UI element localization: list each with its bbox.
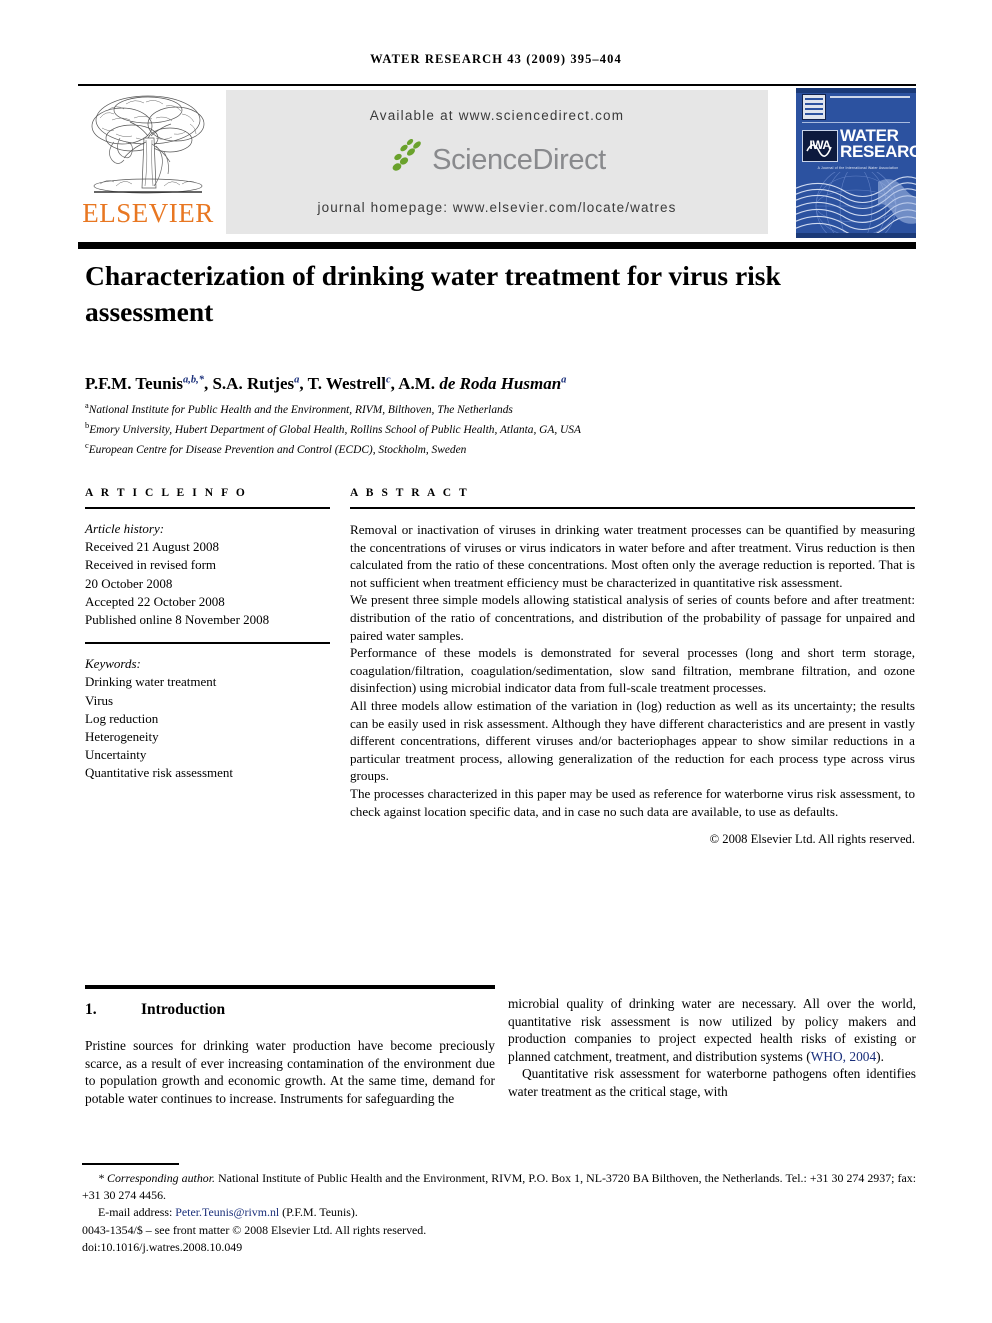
page-title: Characterization of drinking water treat… — [85, 260, 781, 327]
article-history-label: Article history: — [85, 521, 165, 536]
available-at-text: Available at www.sciencedirect.com — [369, 108, 625, 123]
section-heading: 1. Introduction — [85, 1001, 495, 1019]
abstract-paragraph: We present three simple models allowing … — [350, 592, 915, 643]
publisher-header-band: ELSEVIER Available at www.sciencedirect.… — [78, 88, 916, 238]
footnote-block: * Corresponding author. National Institu… — [82, 1170, 916, 1256]
elsevier-logo: ELSEVIER — [78, 90, 218, 236]
article-info-heading: A R T I C L E I N F O — [85, 487, 248, 499]
body-paragraph: Quantitative risk assessment for waterbo… — [508, 1066, 916, 1099]
iwa-logo-icon: IWA — [802, 130, 838, 162]
keyword-item: Drinking water treatment — [85, 674, 217, 690]
history-line: Accepted 22 October 2008 — [85, 593, 225, 609]
keyword-item: Virus — [85, 692, 114, 708]
elsevier-wordmark: ELSEVIER — [82, 198, 214, 228]
body-paragraph: Pristine sources for drinking water prod… — [85, 1038, 495, 1106]
body-column-left: 1. Introduction Pristine sources for drin… — [85, 995, 495, 1107]
history-line: 20 October 2008 — [85, 575, 173, 591]
corresponding-author-label: * Corresponding author. — [98, 1171, 216, 1185]
abstract-copyright: © 2008 Elsevier Ltd. All rights reserved… — [709, 832, 915, 847]
email-label: E-mail address: — [98, 1205, 173, 1220]
body-column-right: microbial quality of drinking water are … — [508, 995, 916, 1101]
email-line: E-mail address: Peter.Teunis@rivm.nl (P.… — [82, 1204, 916, 1221]
keyword-item: Heterogeneity — [85, 729, 159, 745]
footnote-rule — [82, 1163, 179, 1165]
corresponding-author-note: * Corresponding author. National Institu… — [82, 1170, 916, 1204]
doi-line: doi:10.1016/j.watres.2008.10.049 — [82, 1239, 243, 1254]
keyword-item: Log reduction — [85, 710, 159, 726]
section-title: Introduction — [141, 1001, 226, 1018]
history-line: Received in revised form — [85, 557, 217, 573]
issn-line: 0043-1354/$ – see front matter © 2008 El… — [82, 1222, 427, 1237]
cover-emblem-icon — [802, 94, 826, 120]
history-line: Published online 8 November 2008 — [85, 612, 270, 628]
journal-homepage-text: journal homepage: www.elsevier.com/locat… — [317, 200, 677, 215]
running-head: WATER RESEARCH 43 (2009) 395–404 — [370, 52, 622, 66]
elsevier-tree-icon — [86, 90, 212, 200]
keyword-item: Uncertainty — [85, 747, 147, 763]
abstract-heading: A B S T R A C T — [350, 487, 470, 499]
keywords-rule — [85, 642, 330, 645]
header-bottom-rule — [78, 242, 916, 249]
cover-title: WATER RESEARCH — [840, 126, 916, 161]
abstract-rule — [350, 507, 915, 509]
affiliation-item: aNational Institute for Public Health an… — [85, 401, 513, 416]
body-text: ). — [876, 1048, 884, 1064]
header-top-rule — [78, 84, 916, 86]
citation-link[interactable]: WHO, 2004 — [811, 1049, 876, 1064]
abstract-paragraph: All three models allow estimation of the… — [350, 697, 915, 784]
abstract-paragraph: Removal or inactivation of viruses in dr… — [350, 522, 915, 590]
email-suffix: (P.F.M. Teunis). — [279, 1205, 358, 1220]
affiliation-item: bEmory University, Hubert Department of … — [85, 421, 581, 436]
article-history: Article history: Received 21 August 2008… — [85, 520, 330, 629]
sciencedirect-banner: Available at www.sciencedirect.com Scien… — [226, 90, 768, 234]
abstract-paragraph: The processes characterized in this pape… — [350, 785, 915, 819]
author-list: P.F.M. Teunisa,b,*, S.A. Rutjesa, T. Wes… — [85, 374, 567, 393]
journal-cover-image: IWA WATER RESEARCH A Journal of the Inte… — [796, 88, 916, 238]
keyword-item: Quantitative risk assessment — [85, 765, 234, 781]
body-paragraph: microbial quality of drinking water are … — [508, 995, 916, 1065]
abstract-column: A B S T R A C T Removal or inactivation … — [350, 487, 915, 847]
abstract-body: Removal or inactivation of viruses in dr… — [350, 521, 915, 820]
abstract-paragraph: Performance of these models is demonstra… — [350, 645, 915, 696]
sciencedirect-wordmark: ScienceDirect — [432, 143, 606, 176]
article-info-rule — [85, 507, 330, 509]
affiliation-item: cEuropean Centre for Disease Prevention … — [85, 441, 467, 457]
keywords-block: Keywords: Drinking water treatment Virus… — [85, 655, 330, 782]
keywords-label: Keywords: — [85, 656, 141, 672]
iwa-label: IWA — [809, 138, 831, 152]
history-line: Received 21 August 2008 — [85, 539, 219, 555]
cover-artwork — [796, 172, 916, 238]
article-info-column: A R T I C L E I N F O Article history: R… — [85, 487, 330, 783]
leaf-icon — [388, 137, 428, 177]
cover-subtitle: A Journal of the International Water Ass… — [817, 166, 899, 170]
email-link[interactable]: Peter.Teunis@rivm.nl — [175, 1205, 279, 1219]
paper-page: WATER RESEARCH 43 (2009) 395–404 ELSEVIE… — [0, 0, 992, 1323]
section-rule — [85, 985, 495, 989]
sciencedirect-logo: ScienceDirect — [226, 137, 768, 186]
affiliation-list: aNational Institute for Public Health an… — [85, 398, 915, 459]
section-number: 1. — [85, 1001, 97, 1018]
